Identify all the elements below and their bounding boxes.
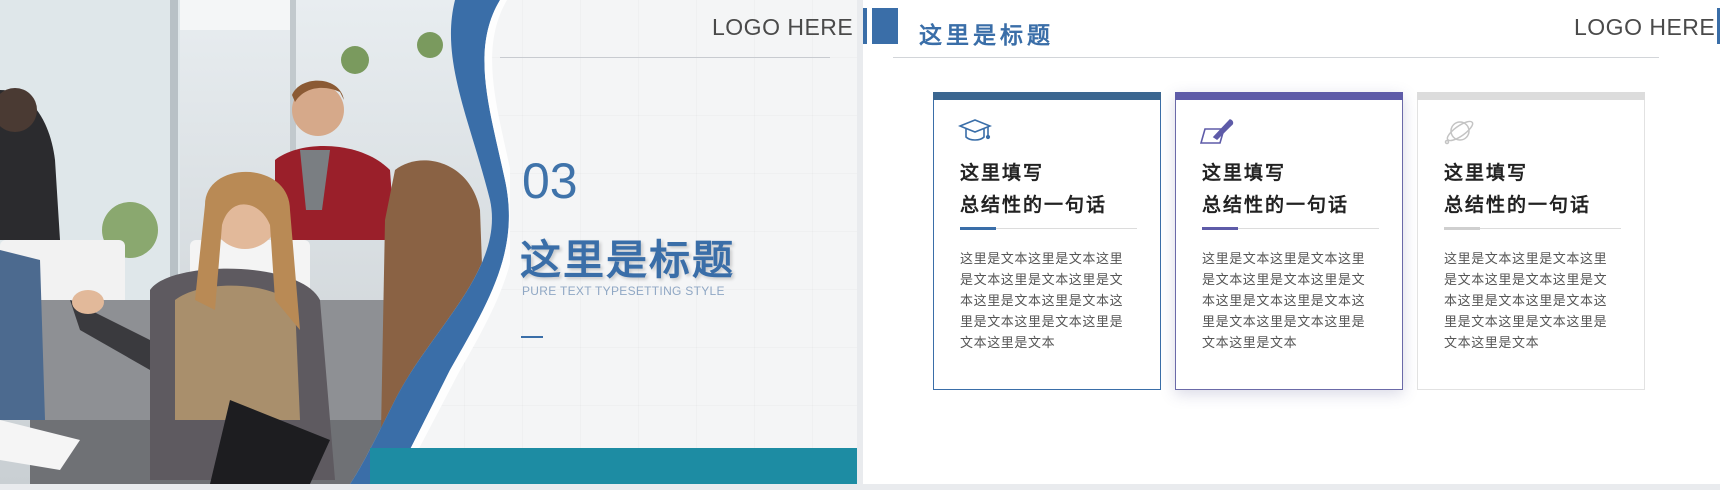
summary-card-3[interactable]: 这里填写 总结性的一句话 这里是文本这里是文本这里是文本这里是文本这里是文本这里… — [1417, 92, 1645, 390]
card-heading-line: 总结性的一句话 — [1444, 194, 1592, 216]
card-heading-line: 总结性的一句话 — [1202, 194, 1350, 216]
planet-icon — [1442, 117, 1476, 147]
card-heading: 这里填写 总结性的一句话 — [960, 157, 1150, 221]
card-accent-line — [1444, 227, 1480, 230]
content-slide[interactable]: 这里是标题 LOGO HERE 这里填写 总结性的一句话 这里是文本这里是文本这… — [863, 0, 1720, 484]
summary-card-2[interactable]: 这里填写 总结性的一句话 这里是文本这里是文本这里是文本这里是文本这里是文本这里… — [1175, 92, 1403, 390]
section-subtitle: PURE TEXT TYPESETTING STYLE — [522, 284, 725, 298]
title-accent-dash — [521, 336, 543, 338]
pen-note-icon — [1199, 117, 1234, 147]
card-heading-line: 这里填写 — [960, 162, 1045, 184]
canvas: LOGO HERE 03 这里是标题 PURE TEXT TYPESETTING… — [0, 0, 1720, 490]
card-body-text: 这里是文本这里是文本这里是文本这里是文本这里是文本这里是文本这里是文本这里是文本… — [1202, 252, 1366, 351]
section-title: 这里是标题 — [520, 236, 735, 284]
logo-placeholder: LOGO HERE — [712, 14, 854, 40]
card-heading: 这里填写 总结性的一句话 — [1444, 157, 1634, 221]
card-heading-line: 这里填写 — [1202, 162, 1287, 184]
card-top-bar — [1417, 92, 1645, 100]
card-body-text: 这里是文本这里是文本这里是文本这里是文本这里是文本这里是文本这里是文本这里是文本… — [960, 252, 1124, 351]
title-marker-block — [872, 8, 898, 44]
title-marker-thin — [863, 8, 867, 44]
graduation-cap-icon — [957, 117, 993, 147]
slide-title: 这里是标题 — [919, 23, 1054, 49]
card-accent-line — [960, 227, 996, 230]
card-top-bar — [1175, 92, 1403, 100]
header-divider — [500, 57, 830, 58]
logo-placeholder: LOGO HERE — [1574, 14, 1716, 40]
card-top-bar — [933, 92, 1161, 100]
card-heading-line: 总结性的一句话 — [960, 194, 1108, 216]
section-number: 03 — [522, 153, 578, 209]
card-heading-line: 这里填写 — [1444, 162, 1529, 184]
summary-card-1[interactable]: 这里填写 总结性的一句话 这里是文本这里是文本这里是文本这里是文本这里是文本这里… — [933, 92, 1161, 390]
card-accent-line — [1202, 227, 1238, 230]
header-divider — [893, 57, 1659, 58]
card-heading: 这里填写 总结性的一句话 — [1202, 157, 1392, 221]
team-meeting-photo — [0, 0, 510, 484]
teal-footer-band — [370, 448, 857, 484]
section-slide[interactable]: LOGO HERE 03 这里是标题 PURE TEXT TYPESETTING… — [0, 0, 857, 484]
card-body-text: 这里是文本这里是文本这里是文本这里是文本这里是文本这里是文本这里是文本这里是文本… — [1444, 252, 1608, 351]
